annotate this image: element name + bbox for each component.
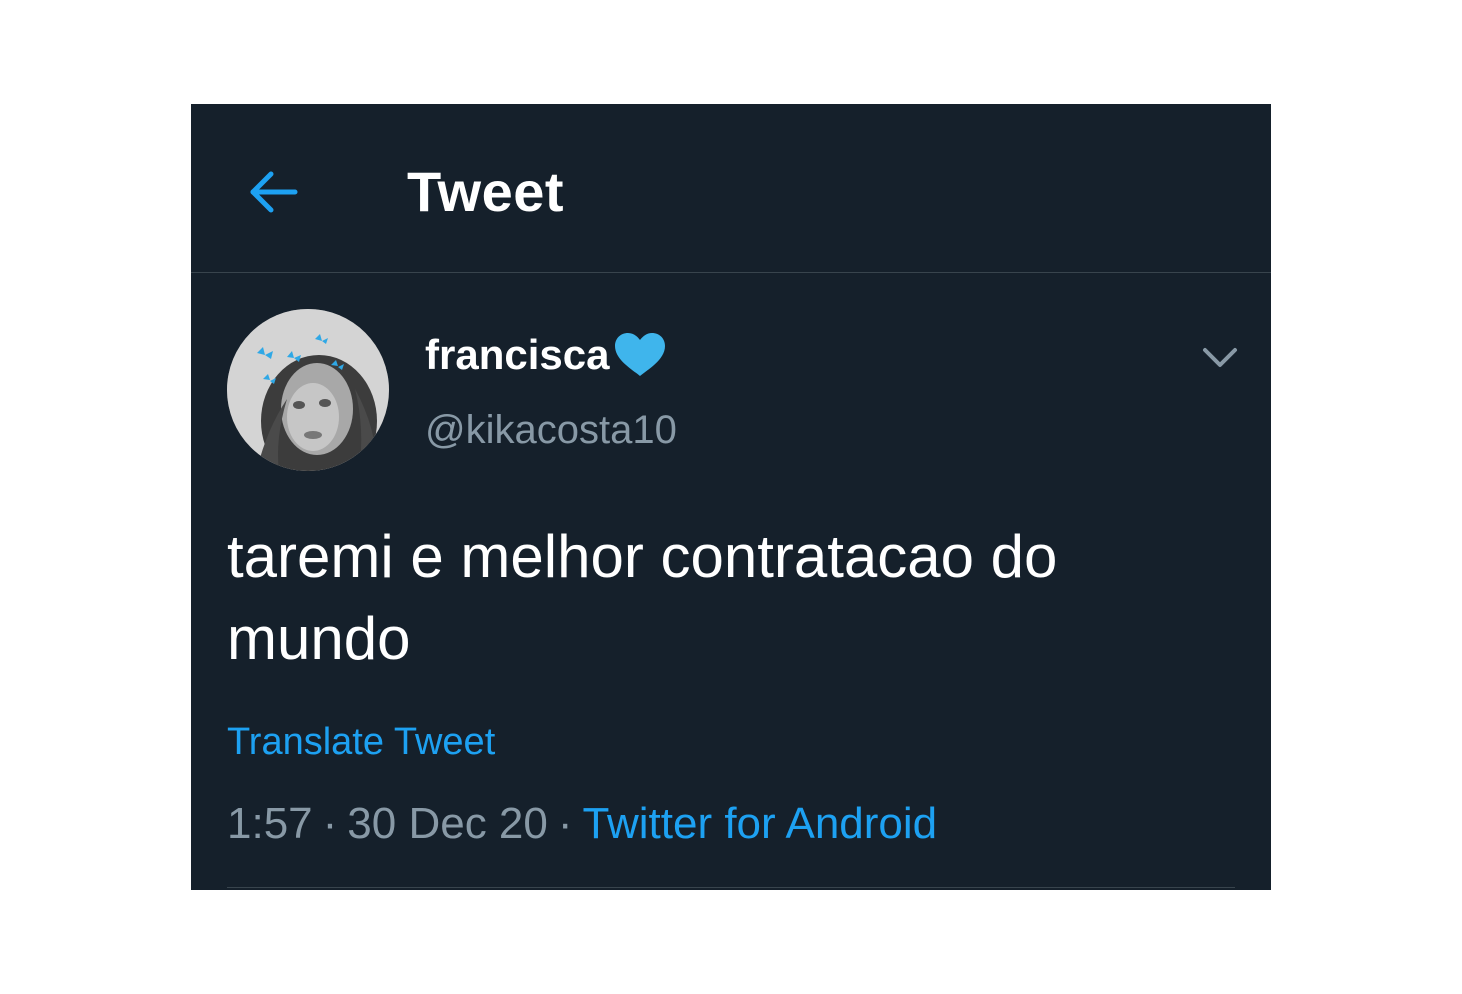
tweet-text: taremi e melhor contratacao do mundo — [227, 516, 1237, 680]
tweet-text-line: mundo — [227, 605, 411, 672]
tweet-screen: Tweet francisca @kikacosta10 taremi e me… — [191, 104, 1271, 890]
page-title: Tweet — [407, 160, 565, 223]
arrow-left-icon — [250, 171, 298, 213]
translate-tweet-link[interactable]: Translate Tweet — [227, 718, 495, 766]
author-handle[interactable]: @kikacosta10 — [425, 406, 677, 454]
tweet-time: 1:57 — [227, 799, 313, 848]
tweet-menu-button[interactable] — [1199, 336, 1241, 378]
divider — [227, 887, 1235, 888]
top-bar: Tweet — [191, 104, 1271, 273]
meta-separator: · — [322, 799, 338, 848]
display-name-text: francisca — [425, 331, 610, 378]
tweet-metadata: 1:57 · 30 Dec 20 · Twitter for Android — [227, 798, 937, 850]
back-button[interactable] — [243, 162, 303, 222]
blue-heart-icon — [615, 333, 666, 376]
tweet-source-link[interactable]: Twitter for Android — [583, 799, 938, 848]
avatar-image — [227, 309, 389, 471]
chevron-down-icon — [1203, 348, 1237, 367]
meta-separator: · — [557, 799, 573, 848]
author-name[interactable]: francisca — [425, 330, 669, 380]
tweet-date: 30 Dec 20 — [347, 799, 548, 848]
avatar[interactable] — [227, 309, 389, 471]
tweet-text-line: taremi e melhor contratacao do — [227, 523, 1058, 590]
